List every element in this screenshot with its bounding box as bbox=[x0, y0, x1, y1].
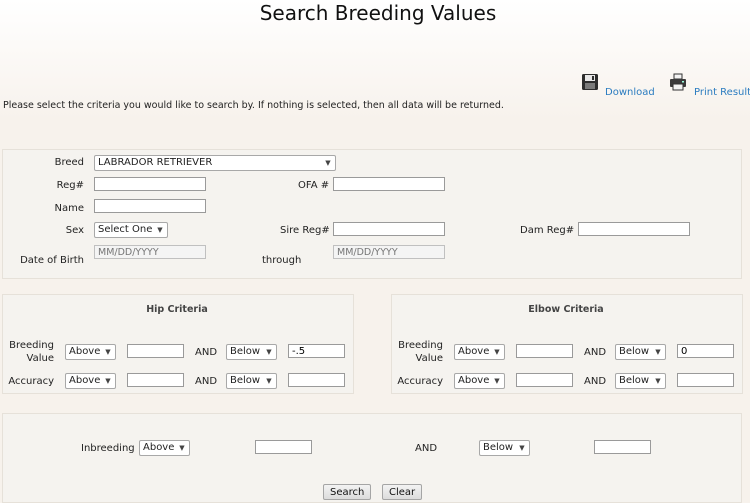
elbow-bv-value1-input[interactable] bbox=[516, 344, 573, 358]
hip-acc-operator2-select[interactable]: Below ▼ bbox=[226, 373, 277, 389]
elbow-acc-operator2-value: Below bbox=[619, 375, 650, 386]
chevron-down-icon: ▼ bbox=[179, 444, 185, 452]
inbreeding-operator2-select[interactable]: Below ▼ bbox=[479, 440, 530, 456]
hip-bv-operator2-select[interactable]: Below ▼ bbox=[226, 344, 277, 360]
elbow-acc-value2-input[interactable] bbox=[677, 373, 734, 387]
hip-accuracy-label: Accuracy bbox=[8, 376, 54, 387]
chevron-down-icon: ▼ bbox=[157, 226, 163, 234]
inbreeding-panel bbox=[2, 413, 742, 503]
dob-label: Date of Birth bbox=[20, 255, 84, 266]
search-button[interactable]: Search bbox=[323, 484, 371, 500]
elbow-bv-and-label: AND bbox=[584, 347, 607, 358]
elbow-accuracy-label: Accuracy bbox=[397, 376, 443, 387]
download-link[interactable]: Download bbox=[605, 87, 655, 98]
elbow-bv-value2-input[interactable] bbox=[677, 344, 734, 358]
chevron-down-icon: ▼ bbox=[325, 159, 331, 167]
hip-bv-value2-input[interactable] bbox=[288, 344, 345, 358]
breed-select-value: LABRADOR RETRIEVER bbox=[98, 157, 213, 168]
chevron-down-icon: ▼ bbox=[105, 348, 111, 356]
clear-button[interactable]: Clear bbox=[382, 484, 422, 500]
chevron-down-icon: ▼ bbox=[266, 377, 272, 385]
hip-acc-operator1-select[interactable]: Above ▼ bbox=[65, 373, 116, 389]
reg-label: Reg# bbox=[56, 180, 84, 191]
hip-bv-operator2-value: Below bbox=[230, 346, 261, 357]
elbow-criteria-title: Elbow Criteria bbox=[528, 304, 604, 315]
elbow-bv-label-line1: Breeding bbox=[398, 340, 443, 351]
elbow-bv-operator1-value: Above bbox=[458, 346, 490, 357]
hip-bv-label-line2: Value bbox=[26, 353, 54, 364]
chevron-down-icon: ▼ bbox=[494, 377, 500, 385]
dam-reg-input[interactable] bbox=[578, 222, 690, 236]
dob-to-input[interactable] bbox=[333, 245, 445, 259]
elbow-acc-operator1-value: Above bbox=[458, 375, 490, 386]
chevron-down-icon: ▼ bbox=[519, 444, 525, 452]
reg-input[interactable] bbox=[94, 177, 206, 191]
sex-select[interactable]: Select One ▼ bbox=[94, 222, 168, 238]
inbreeding-label: Inbreeding bbox=[81, 443, 135, 454]
through-label: through bbox=[262, 255, 302, 266]
elbow-bv-operator2-value: Below bbox=[619, 346, 650, 357]
hip-acc-operator2-value: Below bbox=[230, 375, 261, 386]
sire-label: Sire Reg# bbox=[280, 225, 330, 236]
elbow-acc-and-label: AND bbox=[584, 376, 607, 387]
name-label: Name bbox=[54, 203, 84, 214]
inbreeding-and-label: AND bbox=[415, 443, 438, 454]
print-results-link[interactable]: Print Results bbox=[694, 87, 750, 98]
hip-acc-operator1-value: Above bbox=[69, 375, 101, 386]
ofa-label: OFA # bbox=[298, 180, 330, 191]
intro-text: Please select the criteria you would lik… bbox=[3, 100, 504, 111]
inbreeding-value1-input[interactable] bbox=[255, 440, 312, 454]
hip-bv-and-label: AND bbox=[195, 347, 218, 358]
breed-select[interactable]: LABRADOR RETRIEVER ▼ bbox=[94, 155, 336, 171]
dam-label: Dam Reg# bbox=[520, 225, 575, 236]
chevron-down-icon: ▼ bbox=[655, 377, 661, 385]
elbow-bv-label-line2: Value bbox=[415, 353, 443, 364]
inbreeding-operator2-value: Below bbox=[483, 442, 514, 453]
chevron-down-icon: ▼ bbox=[655, 348, 661, 356]
elbow-bv-operator1-select[interactable]: Above ▼ bbox=[454, 344, 505, 360]
elbow-bv-operator2-select[interactable]: Below ▼ bbox=[615, 344, 666, 360]
chevron-down-icon: ▼ bbox=[494, 348, 500, 356]
hip-acc-and-label: AND bbox=[195, 376, 218, 387]
inbreeding-value2-input[interactable] bbox=[594, 440, 651, 454]
breed-label: Breed bbox=[54, 157, 84, 168]
chevron-down-icon: ▼ bbox=[266, 348, 272, 356]
floppy-disk-icon[interactable] bbox=[581, 73, 599, 91]
inbreeding-operator1-select[interactable]: Above ▼ bbox=[139, 440, 190, 456]
elbow-acc-operator2-select[interactable]: Below ▼ bbox=[615, 373, 666, 389]
printer-icon[interactable] bbox=[669, 73, 687, 91]
sex-select-value: Select One bbox=[98, 224, 153, 235]
hip-acc-value1-input[interactable] bbox=[127, 373, 184, 387]
inbreeding-operator1-value: Above bbox=[143, 442, 175, 453]
hip-criteria-title: Hip Criteria bbox=[146, 304, 208, 315]
elbow-acc-value1-input[interactable] bbox=[516, 373, 573, 387]
page-title: Search Breeding Values bbox=[259, 1, 497, 25]
hip-bv-label-line1: Breeding bbox=[9, 340, 54, 351]
ofa-input[interactable] bbox=[333, 177, 445, 191]
hip-bv-operator1-select[interactable]: Above ▼ bbox=[65, 344, 116, 360]
hip-acc-value2-input[interactable] bbox=[288, 373, 345, 387]
name-input[interactable] bbox=[94, 199, 206, 213]
sire-reg-input[interactable] bbox=[333, 222, 445, 236]
chevron-down-icon: ▼ bbox=[105, 377, 111, 385]
hip-bv-value1-input[interactable] bbox=[127, 344, 184, 358]
sex-label: Sex bbox=[65, 225, 84, 236]
hip-bv-operator1-value: Above bbox=[69, 346, 101, 357]
elbow-acc-operator1-select[interactable]: Above ▼ bbox=[454, 373, 505, 389]
dob-from-input[interactable] bbox=[94, 245, 206, 259]
